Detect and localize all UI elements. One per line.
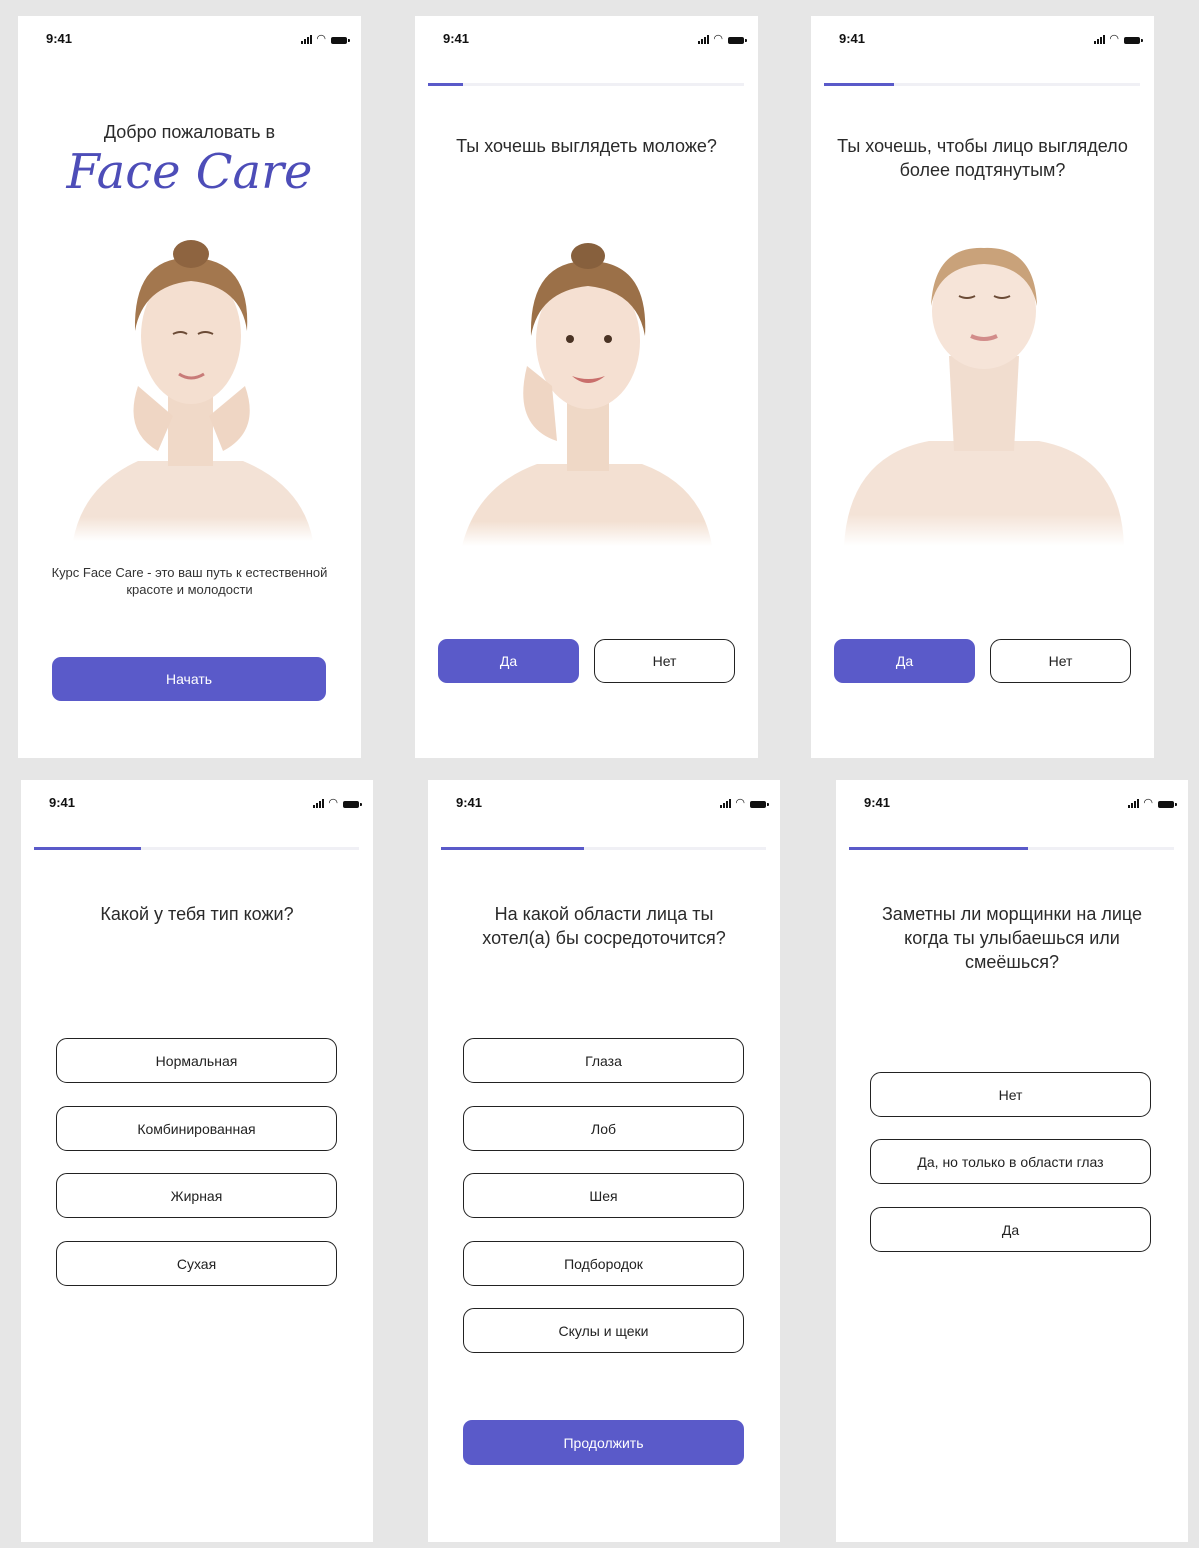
no-button[interactable]: Нет — [594, 639, 735, 683]
progress-fill — [428, 83, 463, 86]
progress-bar — [824, 83, 1140, 86]
option-yes[interactable]: Да — [870, 1207, 1151, 1252]
no-button[interactable]: Нет — [990, 639, 1131, 683]
status-icons: ◠ — [313, 796, 362, 809]
question-skin-type-screen: 9:41 ◠ Какой у тебя тип кожи? Нормальная… — [21, 780, 373, 1542]
status-time: 9:41 — [49, 795, 76, 810]
option-no[interactable]: Нет — [870, 1072, 1151, 1117]
wifi-icon: ◠ — [316, 33, 326, 45]
status-time: 9:41 — [864, 795, 891, 810]
signal-icon — [698, 34, 710, 44]
question-focus-area-screen: 9:41 ◠ На какой области лица ты хотел(а)… — [428, 780, 780, 1542]
progress-fill — [824, 83, 894, 86]
battery-icon — [331, 37, 350, 44]
signal-icon — [313, 798, 325, 808]
option-forehead[interactable]: Лоб — [463, 1106, 744, 1151]
status-time: 9:41 — [46, 31, 73, 46]
question-text: Заметны ли морщинки на лице когда ты улы… — [881, 904, 1143, 972]
wifi-icon: ◠ — [1143, 797, 1153, 809]
progress-fill — [849, 847, 1028, 850]
status-time: 9:41 — [456, 795, 483, 810]
battery-icon — [1124, 37, 1143, 44]
yes-button[interactable]: Да — [834, 639, 975, 683]
wifi-icon: ◠ — [328, 797, 338, 809]
option-dry[interactable]: Сухая — [56, 1241, 337, 1286]
question-text: Какой у тебя тип кожи? — [100, 904, 294, 924]
start-button[interactable]: Начать — [52, 657, 326, 701]
question-text: Ты хочешь, чтобы лицо выглядело более по… — [837, 136, 1128, 180]
status-time: 9:41 — [839, 31, 866, 46]
status-icons: ◠ — [720, 796, 769, 809]
welcome-heading: Добро пожаловать в — [103, 122, 276, 142]
model-photo — [839, 236, 1129, 546]
brand-logo: Face Care — [66, 144, 313, 200]
battery-icon — [728, 37, 747, 44]
signal-icon — [720, 798, 732, 808]
battery-icon — [343, 801, 362, 808]
question-text: На какой области лица ты хотел(а) бы сос… — [482, 904, 726, 948]
progress-bar — [849, 847, 1174, 850]
signal-icon — [301, 34, 313, 44]
option-combination[interactable]: Комбинированная — [56, 1106, 337, 1151]
battery-icon — [750, 801, 769, 808]
option-cheekbones[interactable]: Скулы и щеки — [463, 1308, 744, 1353]
option-oily[interactable]: Жирная — [56, 1173, 337, 1218]
status-icons: ◠ — [1128, 796, 1177, 809]
status-icons: ◠ — [1094, 32, 1143, 45]
option-eyes[interactable]: Глаза — [463, 1038, 744, 1083]
option-chin[interactable]: Подбородок — [463, 1241, 744, 1286]
signal-icon — [1128, 798, 1140, 808]
model-photo — [63, 236, 318, 541]
wifi-icon: ◠ — [713, 33, 723, 45]
yes-button[interactable]: Да — [438, 639, 579, 683]
continue-button[interactable]: Продолжить — [463, 1420, 744, 1465]
signal-icon — [1094, 34, 1106, 44]
question-younger-screen: 9:41 ◠ Ты хочешь выглядеть моложе? Да Не… — [415, 16, 758, 758]
wifi-icon: ◠ — [1109, 33, 1119, 45]
model-photo — [457, 236, 717, 546]
question-text: Ты хочешь выглядеть моложе? — [456, 136, 717, 156]
progress-bar — [441, 847, 766, 850]
battery-icon — [1158, 801, 1177, 808]
status-icons: ◠ — [698, 32, 747, 45]
progress-bar — [428, 83, 744, 86]
welcome-screen: 9:41 ◠ Добро пожаловать в Face Care Курс… — [18, 16, 361, 758]
progress-bar — [34, 847, 359, 850]
status-icons: ◠ — [301, 32, 350, 45]
wifi-icon: ◠ — [735, 797, 745, 809]
option-yes-eyes-only[interactable]: Да, но только в области глаз — [870, 1139, 1151, 1184]
option-neck[interactable]: Шея — [463, 1173, 744, 1218]
status-time: 9:41 — [443, 31, 470, 46]
question-wrinkles-screen: 9:41 ◠ Заметны ли морщинки на лице когда… — [836, 780, 1188, 1542]
progress-fill — [34, 847, 142, 850]
question-lifted-screen: 9:41 ◠ Ты хочешь, чтобы лицо выглядело б… — [811, 16, 1154, 758]
progress-fill — [441, 847, 584, 850]
option-normal[interactable]: Нормальная — [56, 1038, 337, 1083]
welcome-description: Курс Face Care - это ваш путь к естестве… — [51, 565, 328, 597]
